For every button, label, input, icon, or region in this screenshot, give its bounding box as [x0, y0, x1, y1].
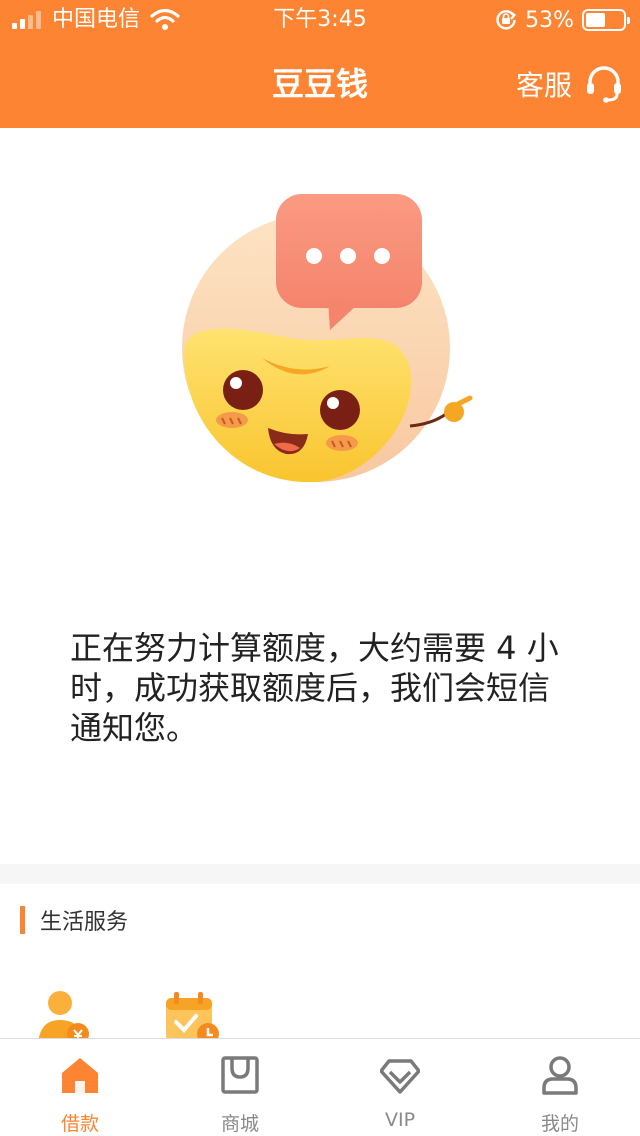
credit-calculation-message: 正在努力计算额度，大约需要 4 小时，成功获取额度后，我们会短信通知您。 [70, 629, 559, 747]
tab-vip[interactable]: VIP [320, 1039, 480, 1136]
battery-percent: 53% [525, 7, 574, 33]
headset-icon [587, 66, 621, 103]
section-divider [0, 864, 640, 884]
customer-service-label: 客服 [515, 69, 572, 102]
tab-mall[interactable]: 商城 [160, 1039, 320, 1136]
tab-label: 借款 [60, 1113, 99, 1135]
status-right: 53% [495, 6, 630, 34]
battery-icon [582, 9, 630, 31]
customer-service-button[interactable]: 客服 [516, 58, 624, 110]
tab-label: VIP [384, 1109, 416, 1131]
profile-icon [542, 1056, 578, 1095]
bean-mascot-illustration [182, 194, 473, 483]
nav-bar: 豆豆钱 客服 [0, 40, 640, 128]
tab-label: 我的 [540, 1113, 579, 1135]
shopping-bag-icon [221, 1056, 259, 1094]
section-title: 生活服务 [40, 910, 129, 935]
section-accent-bar [20, 906, 25, 934]
tab-bar: 借款 商城 VIP 我的 [0, 1038, 640, 1136]
tab-loan[interactable]: 借款 [0, 1039, 160, 1136]
life-services-header: 生活服务 [20, 904, 128, 936]
screen: 中国电信 下午3:45 53% 豆豆钱 客服 正在努力计算额度，大约需要 4 小… [0, 0, 640, 1136]
rotation-lock-icon [496, 10, 517, 30]
tab-label: 商城 [220, 1113, 259, 1135]
status-bar: 中国电信 下午3:45 53% [0, 0, 640, 40]
diamond-icon [380, 1059, 420, 1094]
tab-mine[interactable]: 我的 [480, 1039, 640, 1136]
home-icon [62, 1058, 98, 1093]
